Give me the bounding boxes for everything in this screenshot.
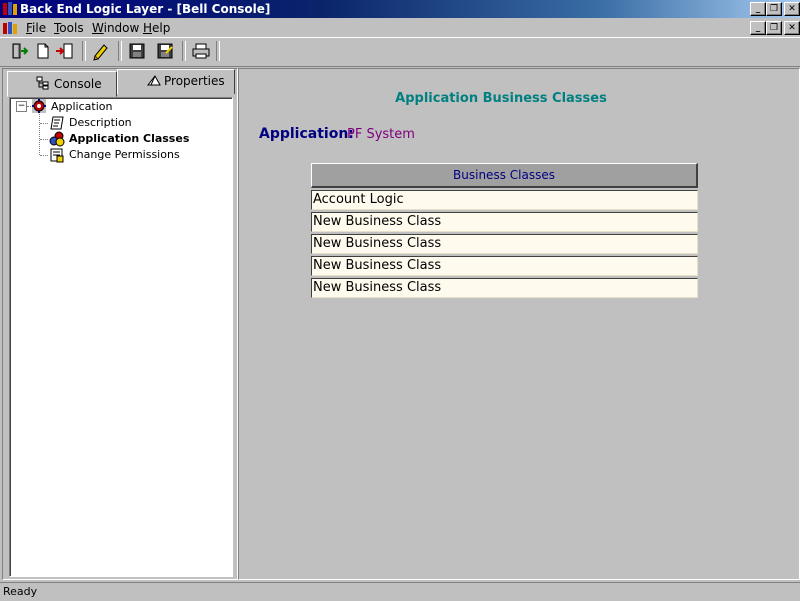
menu-tools-rest: ools	[59, 21, 84, 35]
print-button[interactable]	[190, 41, 212, 61]
new-document-icon	[37, 43, 49, 59]
status-bar: Ready	[0, 582, 800, 601]
minus-icon: −	[17, 101, 26, 111]
table-row[interactable]: New Business Class	[311, 256, 698, 276]
menu-help[interactable]: Help	[143, 21, 170, 35]
tree-connector	[40, 123, 48, 124]
tree-item-application[interactable]: Application	[51, 100, 112, 113]
properties-icon	[146, 73, 162, 90]
collapse-toggle[interactable]: −	[16, 101, 27, 112]
menu-help-rest: elp	[152, 21, 171, 35]
tab-properties-label: Properties	[164, 74, 225, 88]
table-row[interactable]: New Business Class	[311, 234, 698, 254]
table-row[interactable]: Account Logic	[311, 190, 698, 210]
import-button[interactable]	[54, 41, 76, 61]
tree-item-change-permissions[interactable]: Change Permissions	[69, 148, 180, 161]
table-row[interactable]: New Business Class	[311, 212, 698, 232]
restore-button[interactable]: ❐	[766, 2, 782, 16]
minimize-button[interactable]: _	[750, 2, 766, 16]
business-classes-table: Business Classes Account Logic New Busin…	[311, 163, 698, 298]
application-label: Application:	[259, 126, 354, 142]
save-icon	[129, 43, 145, 59]
table-row[interactable]: New Business Class	[311, 278, 698, 298]
mdi-child-icon[interactable]	[2, 20, 20, 36]
tree-connector	[40, 155, 48, 156]
tree-connector	[40, 139, 48, 140]
tree-item-description[interactable]: Description	[69, 116, 132, 129]
content-panel: Application Business Classes Application…	[238, 68, 800, 580]
print-icon	[192, 43, 210, 59]
minimize-icon: _	[755, 23, 761, 33]
close-icon: ✕	[788, 23, 796, 33]
menu-bar: File Tools Window Help _ ❐ ✕	[0, 18, 800, 37]
mdi-restore-button[interactable]: ❐	[766, 21, 782, 35]
tree-item-application-classes[interactable]: Application Classes	[69, 132, 189, 145]
menu-help-mnemonic: H	[143, 21, 153, 35]
menu-window-rest: indow	[103, 21, 140, 35]
menu-file-rest: ile	[32, 21, 47, 35]
permissions-icon	[49, 147, 65, 166]
minimize-icon: _	[755, 4, 761, 14]
new-button[interactable]	[32, 41, 54, 61]
title-bar[interactable]: Back End Logic Layer - [Bell Console] _ …	[0, 0, 800, 18]
save-as-button[interactable]	[154, 41, 176, 61]
menu-file[interactable]: File	[26, 21, 46, 35]
edit-button[interactable]	[90, 41, 112, 61]
tree-view[interactable]: − Application Description Application Cl…	[9, 97, 233, 577]
menu-tools[interactable]: Tools	[54, 21, 84, 35]
tab-console-label: Console	[54, 77, 102, 91]
tree-connector	[39, 114, 40, 155]
save-button[interactable]	[126, 41, 148, 61]
exit-icon	[12, 43, 29, 59]
mdi-minimize-button[interactable]: _	[750, 21, 766, 35]
app-icon[interactable]	[2, 1, 18, 17]
restore-icon: ❐	[769, 23, 779, 33]
tab-console[interactable]: Console	[7, 71, 117, 97]
left-panel: Console Properties − Application Descrip…	[2, 68, 238, 580]
table-header[interactable]: Business Classes	[311, 163, 698, 188]
toolbar-separator	[216, 41, 220, 61]
toolbar-separator	[182, 41, 186, 61]
exit-button[interactable]	[8, 41, 30, 61]
close-button[interactable]: ✕	[784, 2, 800, 16]
menu-window[interactable]: Window	[92, 21, 139, 35]
toolbar	[0, 37, 800, 67]
restore-icon: ❐	[769, 4, 779, 14]
edit-icon	[93, 44, 108, 61]
save-as-icon	[157, 43, 173, 59]
toolbar-separator	[118, 41, 122, 61]
status-text: Ready	[3, 585, 38, 598]
menu-window-mnemonic: W	[92, 21, 104, 35]
close-icon: ✕	[788, 4, 796, 14]
tree-icon	[36, 76, 50, 93]
application-value: PF System	[347, 127, 415, 142]
toolbar-separator	[82, 41, 86, 61]
page-title: Application Business Classes	[395, 91, 607, 106]
import-icon	[56, 43, 73, 59]
mdi-close-button[interactable]: ✕	[784, 21, 800, 35]
window-title: Back End Logic Layer - [Bell Console]	[20, 2, 271, 16]
tab-properties[interactable]: Properties	[117, 69, 235, 94]
